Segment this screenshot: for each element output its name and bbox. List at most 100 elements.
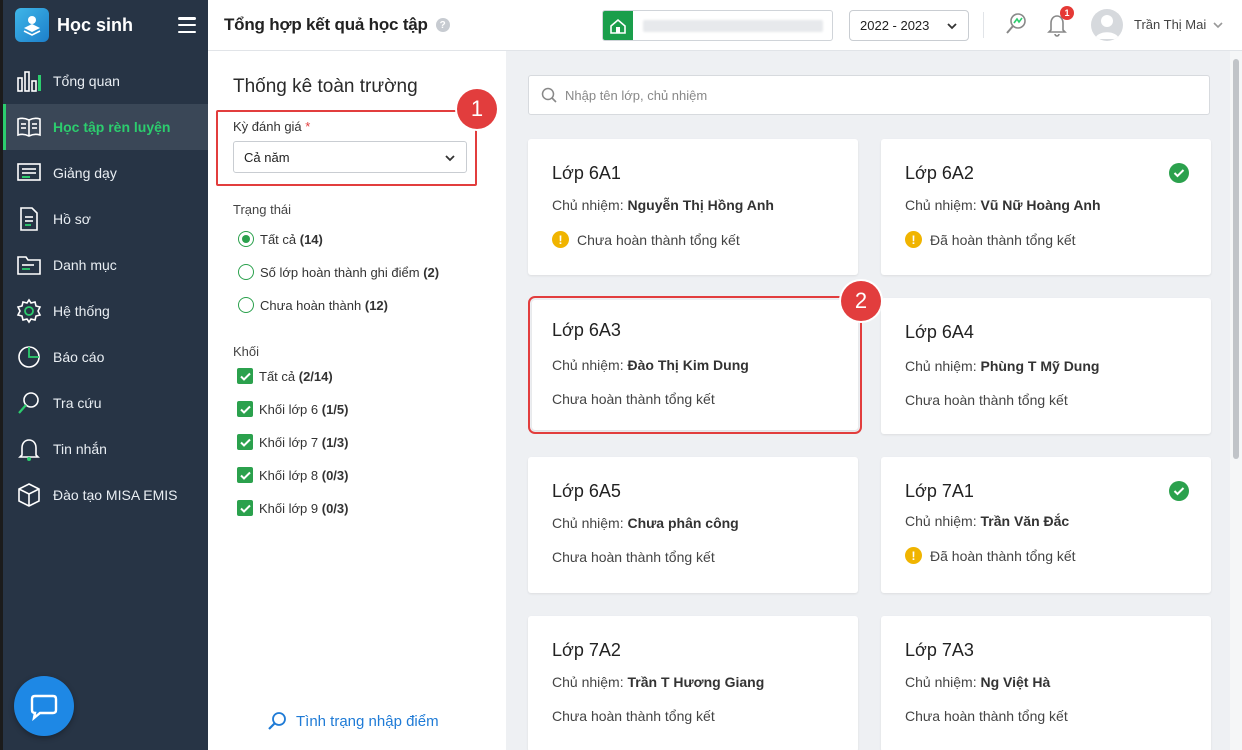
user-name[interactable]: Trần Thị Mai <box>1134 17 1206 32</box>
class-card-7a1[interactable]: Lớp 7A1 Chủ nhiệm: Trần Văn Đắc ! Đã hoàn… <box>881 457 1211 593</box>
school-icon <box>603 11 633 40</box>
status-radio-completed[interactable]: Số lớp hoàn thành ghi điểm (2) <box>238 264 439 280</box>
term-label-text: Kỳ đánh giá <box>233 119 302 134</box>
checkbox[interactable] <box>237 401 253 417</box>
class-status: Chưa hoàn thành tổng kết <box>905 708 1068 724</box>
checkbox[interactable] <box>237 434 253 450</box>
sidebar-item-dao-tao[interactable]: Đào tạo MISA EMIS <box>3 472 208 518</box>
sidebar-item-bao-cao[interactable]: Báo cáo <box>3 334 208 380</box>
checkbox-text: Khối lớp 6 <box>259 401 319 417</box>
radio-count: (2) <box>423 264 440 280</box>
class-card-6a4[interactable]: Lớp 6A4 Chủ nhiệm: Phùng T Mỹ Dung Chưa … <box>881 298 1211 434</box>
grade-checkbox-8[interactable]: Khối lớp 8 (0/3) <box>237 467 348 483</box>
document-icon <box>15 205 43 233</box>
lookup-icon[interactable] <box>1002 10 1030 38</box>
teacher-prefix: Chủ nhiệm: <box>552 515 624 531</box>
chevron-down-icon[interactable] <box>1212 20 1224 30</box>
teacher-prefix: Chủ nhiệm: <box>552 357 624 373</box>
class-card-6a2[interactable]: Lớp 6A2 Chủ nhiệm: Vũ Nữ Hoàng Anh ! Đã h… <box>881 139 1211 275</box>
school-year-select[interactable]: 2022 - 2023 <box>849 10 969 41</box>
class-card-6a1[interactable]: Lớp 6A1 Chủ nhiệm: Nguyễn Thị Hồng Anh !… <box>528 139 858 275</box>
teacher-name: Trần T Hương Giang <box>627 674 765 690</box>
radio-button[interactable] <box>238 264 254 280</box>
class-name: Lớp 6A5 <box>552 481 621 501</box>
notification-count-badge: 1 <box>1060 6 1074 20</box>
student-logo-icon <box>15 8 49 42</box>
status-text: Đã hoàn thành tổng kết <box>930 547 1076 564</box>
sidebar-item-tong-quan[interactable]: Tổng quan <box>3 58 208 104</box>
chat-support-button[interactable] <box>14 676 74 736</box>
radio-button[interactable] <box>238 231 254 247</box>
sidebar-item-label: Tra cứu <box>53 395 102 411</box>
checkbox[interactable] <box>237 500 253 516</box>
checkbox-text: Khối lớp 7 <box>259 434 319 450</box>
teacher-prefix: Chủ nhiệm: <box>905 674 977 690</box>
scrollbar[interactable] <box>1230 51 1242 750</box>
checkbox-count: (1/3) <box>321 434 349 450</box>
radio-text: Tất cả <box>260 231 297 247</box>
radio-text: Chưa hoàn thành <box>260 297 362 313</box>
help-icon[interactable]: ? <box>435 18 450 32</box>
hamburger-menu-icon[interactable] <box>178 17 196 33</box>
class-search-input[interactable] <box>565 87 1165 103</box>
class-status: Chưa hoàn thành tổng kết <box>905 392 1068 408</box>
class-card-7a3[interactable]: Lớp 7A3 Chủ nhiệm: Ng Việt Hà Chưa hoàn … <box>881 616 1211 750</box>
scrollbar-thumb[interactable] <box>1233 59 1239 459</box>
grade-checkbox-7[interactable]: Khối lớp 7 (1/3) <box>237 434 348 450</box>
class-name: Lớp 7A3 <box>905 640 974 660</box>
sidebar-item-tra-cuu[interactable]: Tra cứu <box>3 380 208 426</box>
class-card-6a5[interactable]: Lớp 6A5 Chủ nhiệm: Chưa phân công Chưa h… <box>528 457 858 593</box>
folder-icon <box>15 251 43 279</box>
checkbox-text: Tất cả <box>259 368 296 384</box>
sidebar-item-label: Hệ thống <box>53 303 110 319</box>
status-text: Đã hoàn thành tổng kết <box>930 231 1076 248</box>
grade-checkbox-all[interactable]: Tất cả (2/14) <box>237 368 333 384</box>
class-name: Lớp 7A1 <box>905 481 974 501</box>
radio-button[interactable] <box>238 297 254 313</box>
status-radio-all[interactable]: Tất cả (14) <box>238 231 323 247</box>
status-text: Chưa hoàn thành tổng kết <box>552 549 715 565</box>
checkbox-text: Khối lớp 8 <box>259 467 319 483</box>
status-text: Chưa hoàn thành tổng kết <box>905 708 1068 724</box>
class-card-6a3[interactable]: Lớp 6A3 Chủ nhiệm: Đào Thị Kim Dung Chưa… <box>528 296 862 434</box>
radio-count: (12) <box>364 297 388 313</box>
search-icon <box>15 389 43 417</box>
search-icon <box>268 712 286 730</box>
check-icon <box>239 471 251 480</box>
sidebar-item-tin-nhan[interactable]: Tin nhắn <box>3 426 208 472</box>
teacher-name: Phùng T Mỹ Dung <box>980 358 1100 374</box>
score-entry-status-link[interactable]: Tình trạng nhập điểm <box>266 710 439 732</box>
sidebar-item-he-thong[interactable]: Hệ thống <box>3 288 208 334</box>
sidebar-item-giang-day[interactable]: Giảng dạy <box>3 150 208 196</box>
sidebar-item-danh-muc[interactable]: Danh mục <box>3 242 208 288</box>
status-text: Chưa hoàn thành tổng kết <box>552 708 715 724</box>
teacher-prefix: Chủ nhiệm: <box>905 197 977 213</box>
grade-checkbox-6[interactable]: Khối lớp 6 (1/5) <box>237 401 348 417</box>
grade-checkbox-9[interactable]: Khối lớp 9 (0/3) <box>237 500 348 516</box>
term-select[interactable]: Cả năm <box>233 141 467 173</box>
brand-title: Học sinh <box>57 14 134 35</box>
class-status: ! Chưa hoàn thành tổng kết <box>552 231 740 248</box>
class-status: ! Đã hoàn thành tổng kết <box>905 547 1076 564</box>
class-name: Lớp 7A2 <box>552 640 621 660</box>
checkbox-count: (0/3) <box>321 500 349 516</box>
class-teacher: Chủ nhiệm: Trần Văn Đắc <box>905 513 1069 529</box>
class-search-box[interactable] <box>528 75 1210 115</box>
status-radio-incomplete[interactable]: Chưa hoàn thành (12) <box>238 297 388 313</box>
sidebar-item-hoc-tap-ren-luyen[interactable]: Học tập rèn luyện <box>3 104 208 150</box>
class-name: Lớp 6A4 <box>905 322 974 342</box>
check-icon <box>239 438 251 447</box>
search-icon <box>541 87 557 103</box>
checkbox[interactable] <box>237 467 253 483</box>
school-selector[interactable] <box>602 10 833 41</box>
radio-count: (14) <box>299 231 323 247</box>
sidebar-item-ho-so[interactable]: Hồ sơ <box>3 196 208 242</box>
teacher-name: Chưa phân công <box>627 515 739 531</box>
status-text: Chưa hoàn thành tổng kết <box>552 391 715 407</box>
checkbox[interactable] <box>237 368 253 384</box>
class-card-7a2[interactable]: Lớp 7A2 Chủ nhiệm: Trần T Hương Giang Ch… <box>528 616 858 750</box>
completed-check-icon <box>1169 481 1189 501</box>
teacher-name: Đào Thị Kim Dung <box>627 357 749 373</box>
avatar[interactable] <box>1091 9 1123 41</box>
cube-icon <box>15 481 43 509</box>
